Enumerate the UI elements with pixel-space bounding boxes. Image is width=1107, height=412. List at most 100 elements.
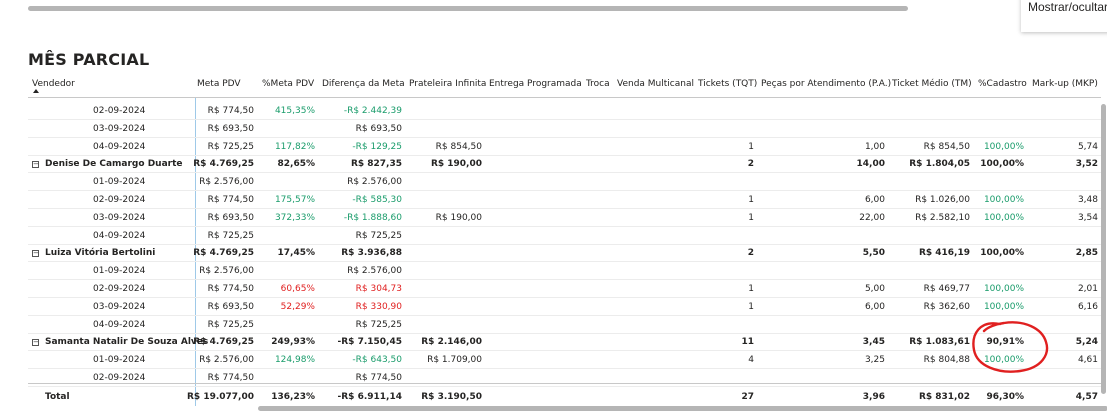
date-label: 03-09-2024 [93,302,146,312]
table-row[interactable]: 04-09-2024 R$ 725,25 R$ 725,25 [0,228,1107,245]
cell-pct: 415,35% [274,106,315,116]
cell-pa: 6,00 [864,195,885,205]
sort-ascending-icon[interactable] [33,89,39,93]
row-divider [28,172,1101,173]
total-tm: R$ 831,02 [918,392,970,402]
cell-mkp: 2,85 [1075,248,1098,258]
cell-tm: R$ 469,77 [923,284,970,294]
date-label: 01-09-2024 [93,177,146,187]
row-divider [28,297,1101,298]
table-row[interactable]: 01-09-2024 R$ 2.576,00 R$ 2.576,00 [0,263,1107,280]
header-diferenca-meta[interactable]: Diferença da Meta [322,79,405,89]
table-row[interactable]: 02-09-2024 R$ 774,50 R$ 774,50 [0,370,1107,387]
header-pecas-por-atendimento[interactable]: Peças por Atendimento (P.A.) [761,79,891,89]
header-vendedor[interactable]: Vendedor [32,79,75,89]
header-prateleira-infinita[interactable]: Prateleira Infinita [409,79,486,89]
header-venda-multicanal[interactable]: Venda Multicanal [617,79,694,89]
cell-meta: R$ 4.769,25 [193,248,254,258]
total-pa: 3,96 [862,392,885,402]
header-pct-meta-pdv[interactable]: %Meta PDV [262,79,314,89]
header-ticket-medio[interactable]: Ticket Médio (TM) [892,79,972,89]
date-label: 03-09-2024 [93,213,146,223]
cell-tm: R$ 362,60 [923,302,970,312]
header-pct-cadastro[interactable]: %Cadastro [978,79,1027,89]
show-hide-tooltip: Mostrar/ocultar [1021,0,1107,32]
header-meta-pdv[interactable]: Meta PDV [197,79,241,89]
cell-cad: 100,00% [983,142,1024,152]
cell-pct: 175,57% [274,195,315,205]
header-mark-up[interactable]: Mark-up (MKP) [1032,79,1098,89]
cell-prat: R$ 1.709,00 [427,355,482,365]
cell-tickets: 2 [747,248,754,258]
cell-dif: -R$ 7.150,45 [337,337,402,347]
header-entrega-programada[interactable]: Entrega Programada [489,79,582,89]
cell-pct: 117,82% [274,142,315,152]
seller-name: Luiza Vitória Bertolini [45,248,156,258]
table-row[interactable]: 03-09-2024 R$ 693,50 52,29% R$ 330,90 1 6,00 R… [0,299,1107,316]
group-row[interactable]: − Samanta Natalir De Souza Alves R$ 4.769,… [0,334,1107,351]
cell-pct: 249,93% [271,337,315,347]
cell-dif: -R$ 129,25 [352,142,402,152]
cell-dif: R$ 693,50 [355,124,402,134]
row-divider [28,119,1101,120]
cell-tm: R$ 854,50 [923,142,970,152]
table-row[interactable]: 04-09-2024 R$ 725,25 R$ 725,25 [0,317,1107,334]
horizontal-scrollbar-bottom[interactable] [258,406,1107,411]
date-label: 02-09-2024 [93,373,146,383]
table-row[interactable]: 02-09-2024 R$ 774,50 415,35% -R$ 2.442,39 [0,103,1107,120]
group-row[interactable]: − Denise De Camargo Duarte R$ 4.769,25 82,6… [0,156,1107,173]
collapse-icon[interactable]: − [32,339,39,346]
cell-mkp: 6,16 [1077,302,1098,312]
cell-cad: 100,00% [980,159,1024,169]
cell-pct: 52,29% [280,302,315,312]
date-label: 01-09-2024 [93,266,146,276]
horizontal-scrollbar-top[interactable] [28,6,908,11]
cell-pa: 1,00 [864,142,885,152]
table-row[interactable]: 04-09-2024 R$ 725,25 117,82% -R$ 129,25 R$ 8… [0,139,1107,156]
cell-tm: R$ 804,88 [923,355,970,365]
cell-pct: 372,33% [274,213,315,223]
row-divider [28,190,1101,191]
collapse-icon[interactable]: − [32,161,39,168]
collapse-icon[interactable]: − [32,250,39,257]
cell-meta: R$ 693,50 [207,213,254,223]
cell-pct: 124,98% [274,355,315,365]
row-divider [28,226,1101,227]
table-row[interactable]: 03-09-2024 R$ 693,50 372,33% -R$ 1.888,60 R$… [0,210,1107,227]
total-pct: 136,23% [271,392,315,402]
cell-dif: -R$ 1.888,60 [343,213,402,223]
cell-meta: R$ 693,50 [207,302,254,312]
cell-meta: R$ 774,50 [207,106,254,116]
date-label: 04-09-2024 [93,320,146,330]
vertical-scrollbar[interactable] [1101,104,1106,394]
page-title: MÊS PARCIAL [28,50,150,69]
table-row[interactable]: 02-09-2024 R$ 774,50 175,57% -R$ 585,30 1 6,0… [0,192,1107,209]
table-row[interactable]: 01-09-2024 R$ 2.576,00 124,98% -R$ 643,50 R$… [0,352,1107,369]
cell-dif: R$ 304,73 [355,284,402,294]
cell-tickets: 11 [741,337,754,347]
table-row[interactable]: 01-09-2024 R$ 2.576,00 R$ 2.576,00 [0,174,1107,191]
table-row[interactable]: 03-09-2024 R$ 693,50 R$ 693,50 [0,121,1107,138]
row-divider [28,350,1101,351]
cell-tickets: 1 [748,302,754,312]
total-dif: -R$ 6.911,14 [337,392,402,402]
cell-mkp: 2,01 [1077,284,1098,294]
cell-tickets: 4 [748,355,754,365]
cell-prat: R$ 190,00 [430,159,482,169]
header-troca[interactable]: Troca [586,79,610,89]
total-divider [28,383,1101,384]
date-label: 04-09-2024 [93,142,146,152]
cell-pct: 82,65% [277,159,316,169]
cell-dif: R$ 725,25 [355,231,402,241]
cell-meta: R$ 693,50 [207,124,254,134]
cell-prat: R$ 854,50 [435,142,482,152]
table-row[interactable]: 02-09-2024 R$ 774,50 60,65% R$ 304,73 1 5,00 R… [0,281,1107,298]
row-divider [28,261,1101,262]
header-tickets-tqt[interactable]: Tickets (TQT) [698,79,757,89]
group-row[interactable]: − Luiza Vitória Bertolini R$ 4.769,25 17,45… [0,245,1107,262]
cell-tickets: 2 [747,159,754,169]
cell-tickets: 1 [748,195,754,205]
cell-pa: 5,00 [864,284,885,294]
cell-dif: R$ 3.936,88 [341,248,402,258]
seller-name: Samanta Natalir De Souza Alves [45,337,209,347]
